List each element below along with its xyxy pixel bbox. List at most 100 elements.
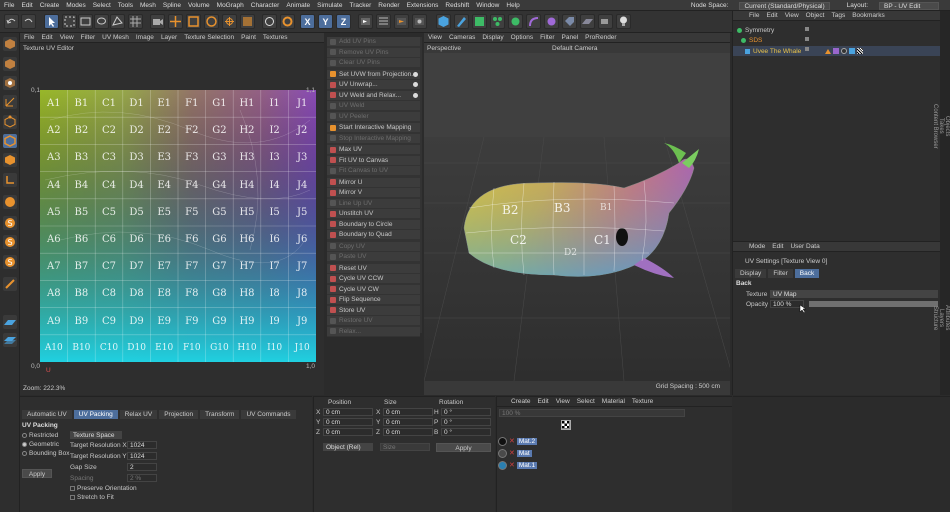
uv-packing-apply-button[interactable]: Apply: [22, 469, 52, 478]
uv-canvas[interactable]: A1 B1 C1 D1 E1 F1 G1 H1 I1 J1 A2 B2 C2 D2 E2 F2 G2 H2 I2 J2…: [40, 90, 316, 362]
res-x-field[interactable]: 1024: [127, 441, 157, 449]
object-row-sds[interactable]: SDS: [741, 36, 841, 45]
checker-tag-icon[interactable]: [857, 48, 863, 54]
menu-character[interactable]: Character: [251, 2, 280, 9]
spacing-field[interactable]: 2 %: [127, 474, 157, 482]
objects-menu-object[interactable]: Object: [806, 12, 825, 19]
uv-tools-tab-projection[interactable]: Projection: [159, 410, 199, 419]
gear-icon[interactable]: [413, 71, 418, 77]
side-tab-layers[interactable]: Layers: [938, 245, 944, 391]
viewport-menu-cameras[interactable]: Cameras: [449, 34, 475, 41]
uv-cmd-cycle-uv-cw[interactable]: Cycle UV CW: [327, 284, 420, 295]
redo-icon[interactable]: [21, 14, 36, 29]
uv-tools-tab-uv-packing[interactable]: UV Packing: [73, 410, 118, 419]
size-field[interactable]: 0 cm: [383, 428, 433, 436]
uv-cmd-flip-sequence[interactable]: Flip Sequence: [327, 295, 420, 305]
uv-cmd-cycle-uv-ccw[interactable]: Cycle UV CCW: [327, 274, 420, 284]
rect-selection-icon[interactable]: [78, 14, 93, 29]
res-y-field[interactable]: 1024: [127, 452, 157, 460]
texture-tag-icon[interactable]: [849, 48, 855, 54]
gap-field[interactable]: 2: [127, 463, 157, 471]
menu-help[interactable]: Help: [506, 2, 519, 9]
materials-menu-view[interactable]: View: [556, 398, 570, 405]
uv-editor-menu-layer[interactable]: Layer: [161, 34, 177, 41]
uv-cmd-fit-uv-to-canvas[interactable]: Fit UV to Canvas: [327, 155, 420, 166]
menu-render[interactable]: Render: [378, 2, 399, 9]
recent-tools-icon[interactable]: [240, 14, 255, 29]
attr-tab-back[interactable]: Back: [794, 269, 820, 278]
uv-editor-menu-uv-mesh[interactable]: UV Mesh: [102, 34, 129, 41]
uv-tools-tab-transform[interactable]: Transform: [200, 410, 240, 419]
object-row-symmetry[interactable]: Symmetry: [737, 26, 837, 35]
cloner-icon[interactable]: [490, 14, 505, 29]
uv-cmd-set-uvw-from-projection[interactable]: Set UVW from Projection...: [327, 69, 420, 80]
viewport-menu-view[interactable]: View: [428, 34, 442, 41]
rotation-field[interactable]: 0 °: [441, 428, 491, 436]
uv-editor-menu-paint[interactable]: Paint: [241, 34, 256, 41]
coordinate-system-icon[interactable]: [262, 14, 277, 29]
uv-editor-menu-filter[interactable]: Filter: [81, 34, 95, 41]
planar-workplane-icon[interactable]: [3, 315, 17, 329]
floor-icon[interactable]: [580, 14, 595, 29]
gear-icon[interactable]: [413, 92, 418, 98]
edge-mode-icon[interactable]: [3, 134, 17, 148]
uv-cmd-reset-uv[interactable]: Reset UV: [327, 263, 420, 274]
select-tool-icon[interactable]: [44, 14, 59, 29]
materials-menu-edit[interactable]: Edit: [538, 398, 549, 405]
menu-modes[interactable]: Modes: [66, 2, 86, 9]
move-icon[interactable]: [168, 14, 183, 29]
size-field[interactable]: 0 cm: [383, 418, 433, 426]
uv-editor-menu-view[interactable]: View: [60, 34, 74, 41]
stretch-to-fit-check[interactable]: Stretch to Fit: [70, 494, 114, 501]
snap-enable-icon[interactable]: S: [3, 235, 17, 249]
transform-icon[interactable]: [222, 14, 237, 29]
solo-mode-icon[interactable]: [3, 195, 17, 209]
render-picture-viewer-icon[interactable]: [394, 14, 409, 29]
node-space-dropdown[interactable]: Current (Standard/Physical): [739, 1, 830, 10]
uv-cmd-max-uv[interactable]: Max UV: [327, 145, 420, 155]
side-tab-takes[interactable]: Takes: [938, 15, 944, 237]
uv-tag-icon[interactable]: [833, 48, 839, 54]
viewport-menu-panel[interactable]: Panel: [562, 34, 579, 41]
uv-cmd-unstitch-uv[interactable]: Unstitch UV: [327, 209, 420, 219]
coord-mode-dropdown[interactable]: Object (Rel): [323, 443, 373, 451]
rotate-icon[interactable]: [204, 14, 219, 29]
menu-select[interactable]: Select: [93, 2, 111, 9]
menu-animate[interactable]: Animate: [286, 2, 310, 9]
subdivision-icon[interactable]: [472, 14, 487, 29]
uv-editor-menu-texture-selection[interactable]: Texture Selection: [184, 34, 234, 41]
uv-tools-tab-relax-uv[interactable]: Relax UV: [119, 410, 158, 419]
objects-menu-tags[interactable]: Tags: [831, 12, 845, 19]
material-item[interactable]: ✕ Mat: [498, 447, 537, 459]
menu-redshift[interactable]: Redshift: [445, 2, 469, 9]
lasso-selection-icon[interactable]: [94, 14, 109, 29]
packing-option-geometric[interactable]: Geometric: [22, 440, 69, 449]
menu-extensions[interactable]: Extensions: [407, 2, 439, 9]
viewport-menu-options[interactable]: Options: [511, 34, 533, 41]
objects-menu-edit[interactable]: Edit: [766, 12, 777, 19]
point-mode-icon[interactable]: [3, 115, 17, 129]
rotation-field[interactable]: 0 °: [441, 418, 491, 426]
materials-menu-select[interactable]: Select: [577, 398, 595, 405]
camera-object-icon[interactable]: [598, 14, 613, 29]
world-axis-icon[interactable]: [280, 14, 295, 29]
material-item[interactable]: ✕ Mat.2: [498, 435, 538, 447]
packing-option-restricted[interactable]: Restricted: [22, 431, 69, 440]
undo-icon[interactable]: [4, 14, 19, 29]
menu-mesh[interactable]: Mesh: [140, 2, 156, 9]
uv-cmd-boundary-to-quad[interactable]: Boundary to Quad: [327, 230, 420, 240]
material-item[interactable]: ✕ Mat.1: [498, 459, 538, 471]
menu-file[interactable]: File: [4, 2, 14, 9]
preserve-orientation-check[interactable]: Preserve Orientation: [70, 485, 137, 492]
uv-editor-menu-file[interactable]: File: [24, 34, 34, 41]
objects-menu-bookmarks[interactable]: Bookmarks: [852, 12, 885, 19]
side-tab-attributes[interactable]: Attributes: [944, 245, 950, 391]
size-field[interactable]: 0 cm: [383, 408, 433, 416]
layout-dropdown[interactable]: BP - UV Edit: [879, 1, 939, 10]
cube-icon[interactable]: [436, 14, 451, 29]
packing-option-bounding-box[interactable]: Bounding Box: [22, 449, 69, 458]
polygon-selection-icon[interactable]: [110, 14, 125, 29]
axis-mode-icon[interactable]: [3, 95, 17, 109]
material-zoom-field[interactable]: 100 %: [499, 409, 685, 417]
pen-icon[interactable]: [454, 14, 469, 29]
